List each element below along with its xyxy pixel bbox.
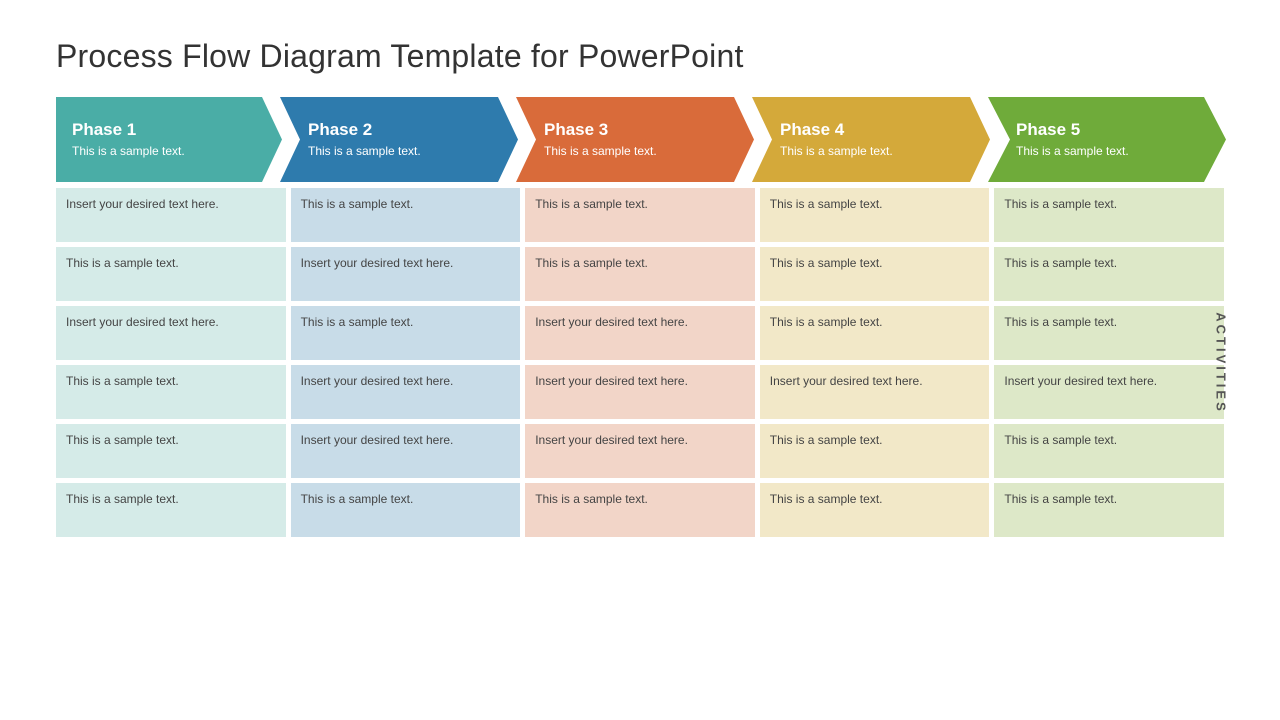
cell-r2-c3[interactable]: This is a sample text. — [525, 247, 755, 301]
cell-r1-c1[interactable]: Insert your desired text here. — [56, 188, 286, 242]
grid-row-6: This is a sample text.This is a sample t… — [56, 483, 1224, 537]
cell-r5-c1[interactable]: This is a sample text. — [56, 424, 286, 478]
phase-sub-3: This is a sample text. — [544, 143, 738, 160]
phase-arrow-1: Phase 1 This is a sample text. — [56, 97, 282, 182]
cell-r1-c5[interactable]: This is a sample text. — [994, 188, 1224, 242]
grid-row-4: This is a sample text.Insert your desire… — [56, 365, 1224, 419]
cell-r6-c4[interactable]: This is a sample text. — [760, 483, 990, 537]
grid-row-2: This is a sample text.Insert your desire… — [56, 247, 1224, 301]
cell-r4-c2[interactable]: Insert your desired text here. — [291, 365, 521, 419]
phases-row: Phase 1 This is a sample text. Phase 2 This… — [56, 97, 1224, 182]
phase-name-2: Phase 2 — [308, 120, 502, 140]
cell-r6-c3[interactable]: This is a sample text. — [525, 483, 755, 537]
cell-r5-c4[interactable]: This is a sample text. — [760, 424, 990, 478]
phase-arrow-2: Phase 2 This is a sample text. — [280, 97, 518, 182]
grid-row-3: Insert your desired text here.This is a … — [56, 306, 1224, 360]
cell-r6-c2[interactable]: This is a sample text. — [291, 483, 521, 537]
cell-r5-c3[interactable]: Insert your desired text here. — [525, 424, 755, 478]
activities-label: ACTIVITIES — [1214, 312, 1229, 414]
phase-name-4: Phase 4 — [780, 120, 974, 140]
main-content: Phase 1 This is a sample text. Phase 2 This… — [56, 97, 1224, 537]
cell-r3-c2[interactable]: This is a sample text. — [291, 306, 521, 360]
cell-r3-c1[interactable]: Insert your desired text here. — [56, 306, 286, 360]
cell-r4-c5[interactable]: Insert your desired text here. — [994, 365, 1224, 419]
cell-r3-c3[interactable]: Insert your desired text here. — [525, 306, 755, 360]
cell-r3-c4[interactable]: This is a sample text. — [760, 306, 990, 360]
cell-r2-c5[interactable]: This is a sample text. — [994, 247, 1224, 301]
cell-r5-c5[interactable]: This is a sample text. — [994, 424, 1224, 478]
phase-name-3: Phase 3 — [544, 120, 738, 140]
page-title: Process Flow Diagram Template for PowerP… — [56, 38, 1224, 75]
phase-arrow-4: Phase 4 This is a sample text. — [752, 97, 990, 182]
cell-r6-c1[interactable]: This is a sample text. — [56, 483, 286, 537]
cell-r4-c4[interactable]: Insert your desired text here. — [760, 365, 990, 419]
phase-sub-1: This is a sample text. — [72, 143, 266, 160]
cell-r6-c5[interactable]: This is a sample text. — [994, 483, 1224, 537]
cell-r2-c2[interactable]: Insert your desired text here. — [291, 247, 521, 301]
phase-sub-4: This is a sample text. — [780, 143, 974, 160]
phase-arrow-3: Phase 3 This is a sample text. — [516, 97, 754, 182]
cell-r2-c1[interactable]: This is a sample text. — [56, 247, 286, 301]
cell-r1-c3[interactable]: This is a sample text. — [525, 188, 755, 242]
phase-sub-5: This is a sample text. — [1016, 143, 1210, 160]
phase-name-5: Phase 5 — [1016, 120, 1210, 140]
cell-r4-c3[interactable]: Insert your desired text here. — [525, 365, 755, 419]
cell-r5-c2[interactable]: Insert your desired text here. — [291, 424, 521, 478]
grid-container: ACTIVITIES Insert your desired text here… — [56, 188, 1224, 537]
grid-row-5: This is a sample text.Insert your desire… — [56, 424, 1224, 478]
cell-r1-c2[interactable]: This is a sample text. — [291, 188, 521, 242]
cell-r2-c4[interactable]: This is a sample text. — [760, 247, 990, 301]
cell-r3-c5[interactable]: This is a sample text. — [994, 306, 1224, 360]
phase-arrow-5: Phase 5 This is a sample text. — [988, 97, 1226, 182]
phase-sub-2: This is a sample text. — [308, 143, 502, 160]
cell-r1-c4[interactable]: This is a sample text. — [760, 188, 990, 242]
phase-name-1: Phase 1 — [72, 120, 266, 140]
cell-r4-c1[interactable]: This is a sample text. — [56, 365, 286, 419]
grid-row-1: Insert your desired text here.This is a … — [56, 188, 1224, 242]
